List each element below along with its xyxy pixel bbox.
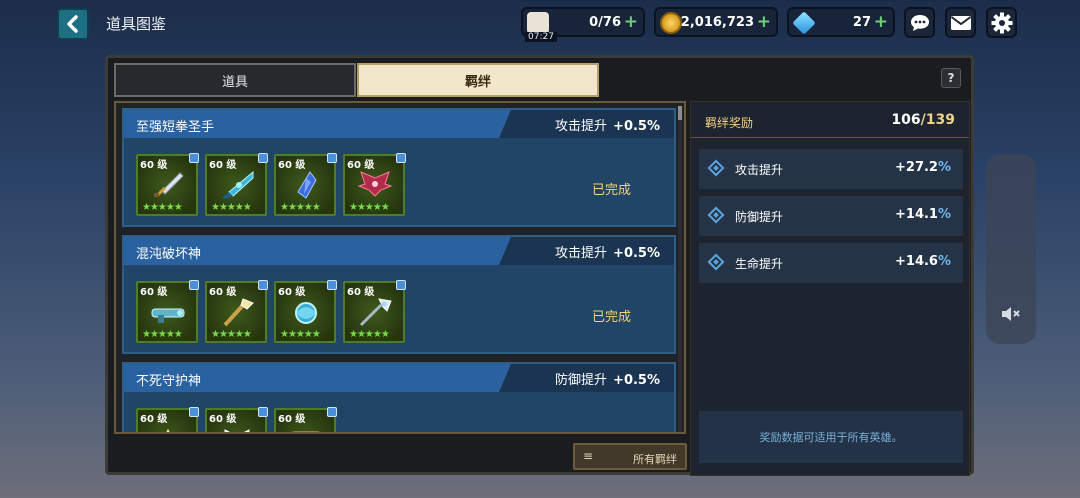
diamond-icon: [707, 159, 725, 177]
top-bar: 道具图鉴 0/76 + 07:27 2,016,723 + 27 +: [0, 0, 1080, 46]
coffee-icon: [527, 12, 549, 34]
back-button[interactable]: [57, 8, 89, 40]
diamond-icon: [707, 253, 725, 271]
mail-icon: [950, 15, 971, 30]
item-slot[interactable]: 60 级 ★★★★★: [205, 407, 268, 432]
bond-bonus: 防御提升 +0.5%: [555, 373, 660, 388]
scepter-icon: [359, 298, 392, 327]
add-gold-icon[interactable]: +: [757, 12, 771, 32]
add-stamina-icon[interactable]: +: [624, 12, 638, 32]
menu-icon: ≡: [583, 449, 594, 463]
gold-value: 2,016,723: [680, 15, 754, 30]
flag-icon: [189, 407, 199, 417]
diamond-icon: [707, 206, 725, 224]
flag-icon: [258, 407, 268, 417]
stamina-timer: 07:27: [525, 32, 557, 42]
armor-icon: [224, 429, 250, 432]
bond-name: 混沌破坏神: [136, 247, 202, 262]
bond-bonus: 攻击提升 +0.5%: [555, 246, 660, 261]
stamina-counter[interactable]: 0/76 + 07:27: [521, 7, 645, 42]
tab-bar: 道具 羁绊: [114, 63, 599, 97]
item-slot[interactable]: 60 级 ★★★★★: [136, 280, 199, 343]
chat-bubble-icon: [910, 14, 929, 31]
settings-button[interactable]: [986, 7, 1017, 38]
flag-icon: [189, 153, 199, 163]
gear-icon: [991, 12, 1012, 33]
bond-list[interactable]: 至强短拳圣手 攻击提升 +0.5% 60 级 ★★★★★ 60 级 ★★★★★ 6…: [114, 101, 686, 434]
page-title: 道具图鉴: [106, 15, 167, 33]
bond-card[interactable]: 不死守护神 防御提升+0.5% 60 级 ★★★★★ 60 级 ★★★★★ 60…: [122, 362, 676, 432]
stamina-value: 0/76: [589, 15, 621, 30]
cannon-icon: [151, 308, 185, 323]
mail-button[interactable]: [945, 7, 976, 38]
item-slot[interactable]: 60 级 ★★★★★: [136, 407, 199, 432]
flag-icon: [396, 280, 406, 290]
stat-row-attack: 攻击提升 +27.2%: [699, 149, 963, 189]
stat-row-defense: 防御提升 +14.1%: [699, 196, 963, 236]
crown-icon: [166, 428, 170, 432]
item-slot[interactable]: 60 级 ★★★★★: [274, 153, 337, 216]
crystal-icon: [297, 171, 317, 199]
flag-icon: [327, 407, 337, 417]
rewards-count: 106/139: [891, 112, 955, 128]
chevron-left-icon: [67, 15, 78, 33]
chat-button[interactable]: [904, 7, 935, 38]
rewards-note: 奖励数据可适用于所有英雄。: [699, 411, 963, 463]
item-slot[interactable]: 60 级 ★★★★★: [205, 280, 268, 343]
rewards-header: 羁绊奖励 106/139: [691, 102, 969, 138]
gem-value: 27: [852, 15, 871, 30]
demon-wings-icon: [357, 171, 393, 197]
all-bonds-label: 所有羁绊: [633, 453, 677, 466]
flag-icon: [258, 280, 268, 290]
flag-icon: [327, 153, 337, 163]
bond-bonus: 攻击提升 +0.5%: [555, 119, 660, 134]
flag-icon: [327, 280, 337, 290]
item-slot[interactable]: 60 级 ★★★★★: [343, 280, 406, 343]
water-orb-icon: [295, 302, 317, 324]
add-gem-icon[interactable]: +: [874, 12, 888, 32]
mute-speaker-icon[interactable]: [1000, 304, 1022, 324]
flag-icon: [396, 153, 406, 163]
rewards-title: 羁绊奖励: [705, 116, 754, 130]
tab-items[interactable]: 道具: [114, 63, 356, 97]
bond-name: 不死守护神: [136, 374, 202, 389]
item-slot[interactable]: 60 级 ★★★★★: [274, 407, 337, 432]
bond-card[interactable]: 至强短拳圣手 攻击提升 +0.5% 60 级 ★★★★★ 60 级 ★★★★★ 6…: [122, 108, 676, 227]
list-scrollbar[interactable]: [678, 106, 682, 432]
blade-icon: [222, 170, 254, 199]
tab-bonds[interactable]: 羁绊: [357, 63, 599, 97]
item-slot[interactable]: 60 级 ★★★★★: [136, 153, 199, 216]
bond-status: 已完成: [592, 183, 632, 198]
bond-name: 至强短拳圣手: [136, 120, 215, 135]
item-slot[interactable]: 60 级 ★★★★★: [274, 280, 337, 343]
all-bonds-button[interactable]: ≡ 所有羁绊: [573, 443, 687, 470]
help-button[interactable]: ?: [941, 68, 961, 88]
gold-counter[interactable]: 2,016,723 +: [654, 7, 778, 37]
flag-icon: [189, 280, 199, 290]
staff-icon: [223, 298, 254, 327]
bond-rewards-panel: 羁绊奖励 106/139 攻击提升 +27.2% 防御提升 +14.1% 生命提…: [690, 101, 970, 476]
bond-card[interactable]: 混沌破坏神 攻击提升 +0.5% 60 级 ★★★★★ 60 级 ★★★★★ 60…: [122, 235, 676, 354]
sword-icon: [154, 172, 184, 197]
list-scroll-thumb[interactable]: [678, 106, 682, 120]
chest-icon: [292, 431, 320, 432]
gold-coin-icon: [660, 12, 682, 34]
gem-counter[interactable]: 27 +: [787, 7, 895, 37]
side-widget[interactable]: [986, 154, 1036, 344]
stat-row-health: 生命提升 +14.6%: [699, 243, 963, 283]
collection-panel: 道具 羁绊 ? 至强短拳圣手 攻击提升 +0.5% 60 级 ★★★★★ 60 级…: [105, 55, 974, 476]
bond-status: 已完成: [592, 310, 632, 325]
gem-icon: [792, 11, 816, 35]
flag-icon: [258, 153, 268, 163]
item-slot[interactable]: 60 级 ★★★★★: [343, 153, 406, 216]
item-slot[interactable]: 60 级 ★★★★★: [205, 153, 268, 216]
